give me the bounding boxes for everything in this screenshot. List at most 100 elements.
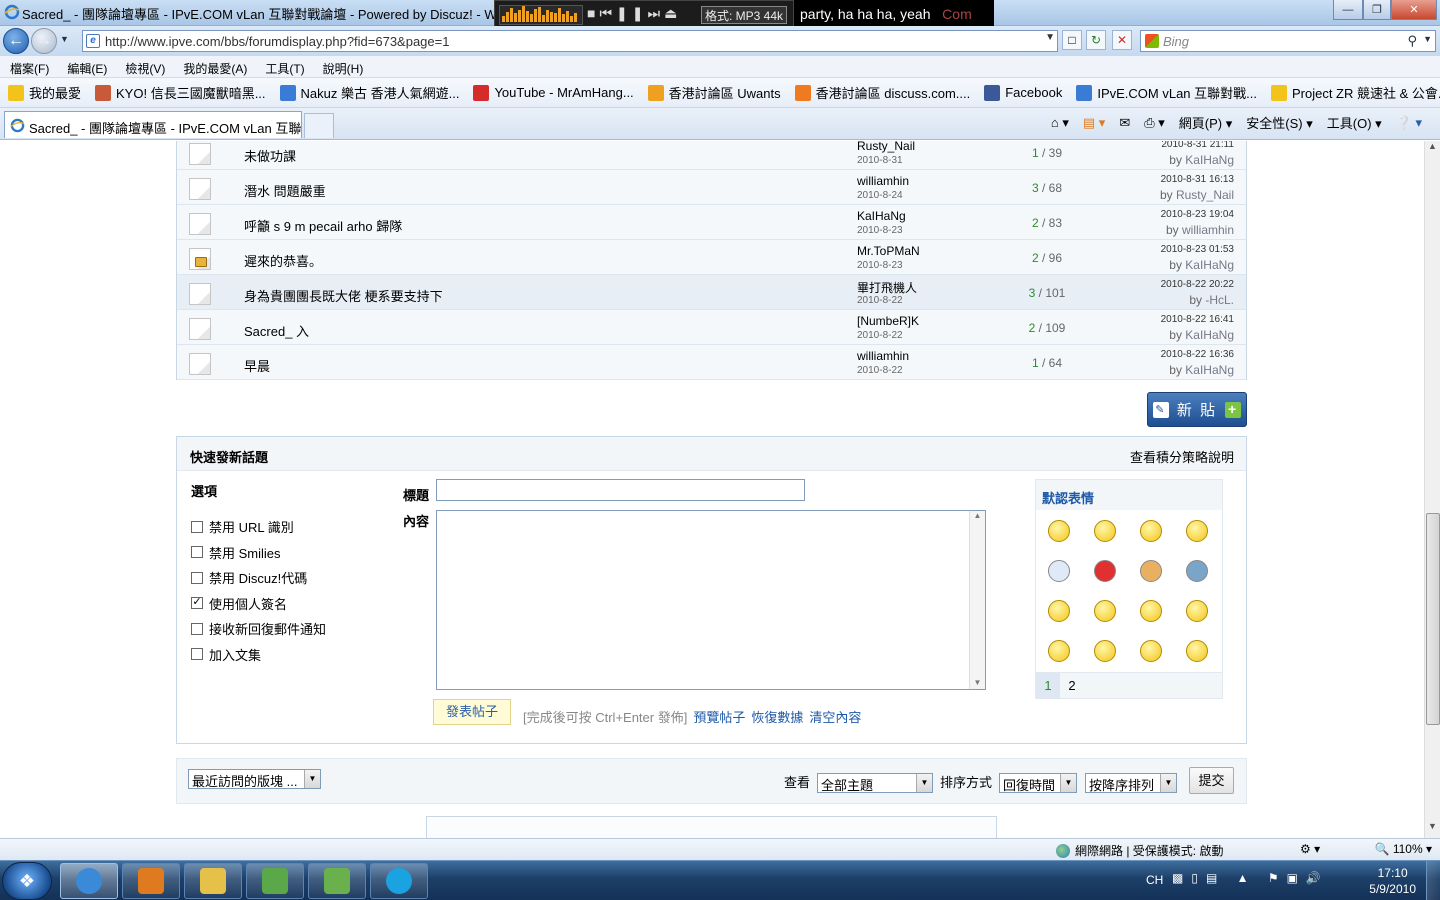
last-post-time[interactable]: 2010-8-31 16:13 <box>1161 174 1234 185</box>
help-icon[interactable]: ❔ ▾ <box>1396 115 1422 131</box>
menu-favorites[interactable]: 我的最愛(A) <box>183 60 247 77</box>
favorite-item[interactable]: 我的最愛 <box>8 83 81 102</box>
print-icon[interactable]: ⎙ ▾ <box>1144 115 1165 131</box>
title-input[interactable] <box>436 479 805 501</box>
option-checkbox[interactable] <box>191 520 203 533</box>
search-icon[interactable]: ⚲ <box>1407 33 1417 49</box>
last-poster[interactable]: -HcL. <box>1205 293 1234 307</box>
menu-tools[interactable]: 工具(T) <box>265 60 304 77</box>
phone-icon[interactable] <box>1186 560 1208 582</box>
thread-subject[interactable]: 早晨 <box>244 356 270 375</box>
menu-help[interactable]: 說明(H) <box>323 60 364 77</box>
option-checkbox[interactable] <box>191 546 203 559</box>
smile-icon[interactable] <box>1048 520 1070 542</box>
last-poster[interactable]: KaIHaNg <box>1185 153 1234 167</box>
option-checkbox[interactable]: ✓ <box>191 597 203 610</box>
wink-icon[interactable] <box>1048 600 1070 622</box>
tools-menu[interactable]: 工具(O) ▾ <box>1327 113 1382 132</box>
scroll-down-icon[interactable]: ▼ <box>970 678 985 687</box>
favorite-item[interactable]: IPvE.COM vLan 互聯對戰... <box>1076 83 1257 102</box>
handshake-icon[interactable] <box>1140 560 1162 582</box>
thread-author[interactable]: williamhin <box>857 349 909 363</box>
thread-author[interactable]: Rusty_Nail <box>857 141 915 153</box>
last-post-time[interactable]: 2010-8-22 16:36 <box>1161 349 1234 360</box>
thread-author[interactable]: KaIHaNg <box>857 209 906 223</box>
history-dropdown-icon[interactable]: ▼ <box>60 34 69 44</box>
last-poster[interactable]: KaIHaNg <box>1185 258 1234 272</box>
grin-icon[interactable] <box>1094 520 1116 542</box>
maximize-button[interactable]: ❐ <box>1363 0 1391 20</box>
favorite-item[interactable]: 香港討論區 Uwants <box>647 83 781 102</box>
home-icon[interactable]: ⌂ ▾ <box>1051 115 1069 131</box>
language-indicator[interactable]: CH <box>1146 873 1163 887</box>
minimize-button[interactable]: — <box>1333 0 1363 20</box>
forward-button[interactable]: → <box>31 28 57 54</box>
address-bar[interactable]: e http://www.ipve.com/bbs/forumdisplay.p… <box>82 30 1058 52</box>
clock-icon[interactable] <box>1048 560 1070 582</box>
new-post-button[interactable]: ✎ 新 貼 + <box>1147 392 1247 427</box>
scroll-thumb[interactable] <box>1426 513 1440 725</box>
tab-active[interactable]: Sacred_ - 團隊論壇專區 - IPvE.COM vLan 互聯... <box>4 111 302 138</box>
sort-select[interactable]: 回復時間 ▼ <box>999 773 1077 793</box>
favorite-item[interactable]: 香港討論區 discuss.com.... <box>794 83 970 102</box>
thread-subject[interactable]: 呼籲 s 9 m pecail arho 歸隊 <box>244 216 402 235</box>
smilies-page-2[interactable]: 2 <box>1060 673 1084 699</box>
clear-link[interactable]: 清空內容 <box>809 710 861 725</box>
last-post-time[interactable]: 2010-8-22 20:22 <box>1161 279 1234 290</box>
last-post-time[interactable]: 2010-8-22 16:41 <box>1161 314 1234 325</box>
last-poster[interactable]: Rusty_Nail <box>1176 188 1234 202</box>
clock[interactable]: 17:10 5/9/2010 <box>1369 865 1416 897</box>
mail-icon[interactable]: ✉ <box>1119 115 1130 131</box>
menu-file[interactable]: 檔案(F) <box>10 60 49 77</box>
taskbar-button[interactable] <box>246 863 304 899</box>
new-tab-button[interactable] <box>304 113 334 138</box>
thread-subject[interactable]: 潛水 問題嚴重 <box>244 181 326 200</box>
content-textarea[interactable]: ▲ ▼ <box>436 510 986 690</box>
thread-author[interactable]: Mr.ToPMaN <box>857 244 920 258</box>
menu-view[interactable]: 檢視(V) <box>125 60 165 77</box>
textarea-scrollbar[interactable]: ▲ ▼ <box>969 511 985 689</box>
close-window-button[interactable]: ✕ <box>1391 0 1437 20</box>
recent-forums-select[interactable]: 最近訪問的版塊 ... ▼ <box>188 769 321 789</box>
favorite-item[interactable]: YouTube - MrAmHang... <box>473 84 634 101</box>
favorite-item[interactable]: KYO! 信長三國魔獸暗黑... <box>95 83 266 102</box>
search-dropdown-icon[interactable]: ▼ <box>1423 34 1432 44</box>
favorite-item[interactable]: Facebook <box>984 84 1062 101</box>
start-button[interactable]: ❖ <box>2 862 52 900</box>
page-scrollbar[interactable]: ▲ ▼ <box>1424 141 1440 838</box>
last-poster[interactable]: KaIHaNg <box>1185 363 1234 377</box>
restore-link[interactable]: 恢復數據 <box>751 710 803 725</box>
feeds-icon[interactable]: ▤ ▾ <box>1083 115 1105 131</box>
protected-mode-icon[interactable]: ⚙ ▾ <box>1300 842 1320 856</box>
option-checkbox[interactable] <box>191 648 203 661</box>
smilies-page-1[interactable]: 1 <box>1036 673 1060 699</box>
cry-icon[interactable] <box>1094 640 1116 662</box>
victory-icon[interactable] <box>1186 520 1208 542</box>
zoom-control[interactable]: 🔍 110% ▾ <box>1375 842 1432 856</box>
thread-subject[interactable]: Sacred_ 入 <box>244 321 309 340</box>
bear-icon[interactable] <box>1140 520 1162 542</box>
sad-icon[interactable] <box>1186 600 1208 622</box>
thread-author[interactable]: 畢打飛機人 <box>857 279 917 296</box>
taskbar-button[interactable] <box>184 863 242 899</box>
filter-submit-button[interactable]: 提交 <box>1189 767 1234 794</box>
scroll-up-icon[interactable]: ▲ <box>1425 141 1440 157</box>
last-post-time[interactable]: 2010-8-23 19:04 <box>1161 209 1234 220</box>
stop-icon[interactable]: ✕ <box>1112 30 1132 50</box>
mad-icon[interactable] <box>1140 640 1162 662</box>
thread-subject[interactable]: 遲來的恭喜。 <box>244 251 322 270</box>
lips-icon[interactable] <box>1094 560 1116 582</box>
submit-post-button[interactable]: 發表帖子 <box>433 699 511 725</box>
confused-icon[interactable] <box>1186 640 1208 662</box>
taskbar-button[interactable] <box>122 863 180 899</box>
thread-author[interactable]: williamhin <box>857 174 909 188</box>
page-menu[interactable]: 網頁(P) ▾ <box>1179 113 1232 132</box>
player-controls-icon[interactable]: ■⏮❚❚⏭⏏ <box>587 5 681 22</box>
thread-author[interactable]: [NumbeR]K <box>857 314 919 328</box>
search-input[interactable]: Bing ⚲ ▼ <box>1140 30 1436 52</box>
option-checkbox[interactable] <box>191 622 203 635</box>
back-button[interactable]: ← <box>3 28 29 54</box>
last-post-time[interactable]: 2010-8-31 21:11 <box>1161 141 1234 150</box>
angry-icon[interactable] <box>1094 600 1116 622</box>
credit-policy-link[interactable]: 查看積分策略說明 <box>1130 447 1234 466</box>
